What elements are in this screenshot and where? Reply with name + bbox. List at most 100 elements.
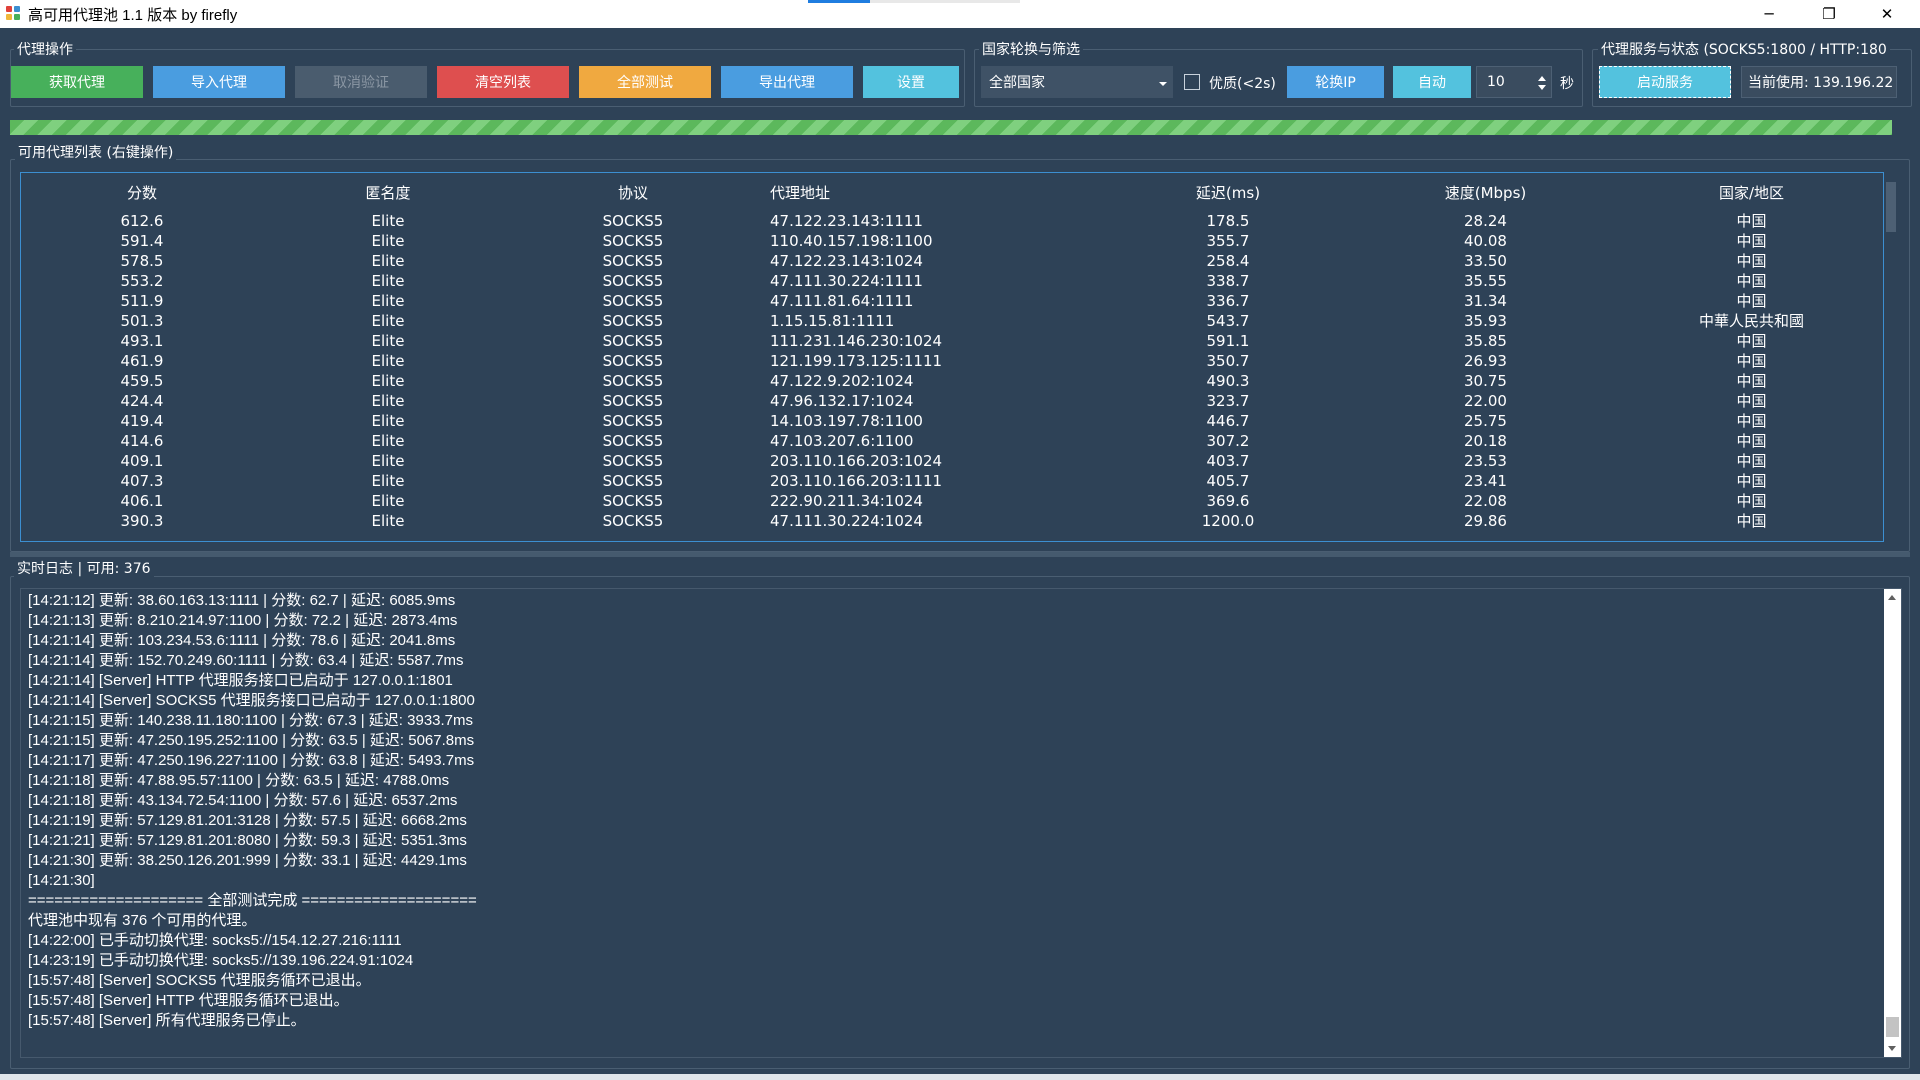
country-group-title: 国家轮换与筛选 [979, 39, 1083, 59]
proxy-table[interactable]: 分数 匿名度 协议 代理地址 延迟(ms) 速度(Mbps) 国家/地区 612.6 Elit… [20, 172, 1884, 542]
title-tab-indicator [808, 0, 870, 3]
table-cell: 26.93 [1464, 352, 1507, 370]
table-cell: 553.2 [120, 272, 164, 290]
table-scrollbar[interactable] [1884, 172, 1898, 542]
table-cell: 1200.0 [1201, 512, 1255, 530]
table-row[interactable]: 612.6 Elite SOCKS5 47.122.23.143:1111 178.5 2… [21, 211, 1883, 231]
test-all-button[interactable]: 全部测试 [579, 66, 711, 98]
table-cell: 258.4 [1206, 252, 1250, 270]
table-cell: 中国 [1736, 252, 1767, 270]
table-cell: SOCKS5 [602, 312, 664, 330]
table-cell: SOCKS5 [602, 332, 664, 350]
table-cell: 203.110.166.203:1111 [770, 472, 943, 490]
close-icon: ✕ [1880, 5, 1894, 23]
table-row[interactable]: 459.5 Elite SOCKS5 47.122.9.202:1024 490.3 30… [21, 371, 1883, 391]
table-cell: 47.111.81.64:1111 [770, 292, 914, 310]
table-cell: 中華人民共和國 [1698, 312, 1804, 330]
table-cell: 29.86 [1464, 512, 1507, 530]
table-row[interactable]: 591.4 Elite SOCKS5 110.40.157.198:1100 355.7… [21, 231, 1883, 251]
table-row[interactable]: 414.6 Elite SOCKS5 47.103.207.6:1100 307.2 20… [21, 431, 1883, 451]
log-line: ==================== 全部测试完成 ============… [28, 892, 477, 909]
table-cell: 40.08 [1464, 232, 1507, 250]
clear-list-button[interactable]: 清空列表 [437, 66, 569, 98]
interval-unit: 秒 [1560, 76, 1574, 92]
table-cell: 355.7 [1206, 232, 1250, 250]
table-cell: 中国 [1736, 492, 1767, 510]
table-row[interactable]: 501.3 Elite SOCKS5 1.15.15.81:1111 543.7 35.9… [21, 311, 1883, 331]
start-service-label: 启动服务 [1637, 75, 1693, 91]
table-row[interactable]: 424.4 Elite SOCKS5 47.96.132.17:1024 323.7 22… [21, 391, 1883, 411]
column-header[interactable]: 匿名度 [263, 173, 513, 211]
table-cell: 424.4 [120, 392, 164, 410]
clear-list-label: 清空列表 [475, 75, 531, 91]
column-header[interactable]: 协议 [513, 173, 753, 211]
table-cell: 178.5 [1206, 212, 1250, 230]
fetch-proxy-button[interactable]: 获取代理 [11, 66, 143, 98]
import-proxy-button[interactable]: 导入代理 [153, 66, 285, 98]
table-cell: 22.00 [1464, 392, 1507, 410]
chevron-down-icon [1159, 82, 1167, 86]
table-cell: Elite [371, 392, 405, 410]
table-cell: Elite [371, 432, 405, 450]
table-row[interactable]: 419.4 Elite SOCKS5 14.103.197.78:1100 446.7 2… [21, 411, 1883, 431]
table-row[interactable]: 511.9 Elite SOCKS5 47.111.81.64:1111 336.7 31… [21, 291, 1883, 311]
column-header[interactable]: 速度(Mbps) [1353, 173, 1618, 211]
table-scroll-thumb[interactable] [1886, 182, 1896, 232]
column-header[interactable]: 延迟(ms) [1103, 173, 1353, 211]
scroll-up-icon[interactable] [1888, 595, 1896, 600]
log-line: [14:21:30] 更新: 38.250.126.201:999 | 分数: … [28, 852, 467, 869]
start-service-button[interactable]: 启动服务 [1599, 66, 1731, 98]
column-header[interactable]: 国家/地区 [1618, 173, 1883, 211]
service-group-title: 代理服务与状态 (SOCKS5:1800 / HTTP:180 [1598, 39, 1890, 59]
log-scroll-thumb[interactable] [1886, 1017, 1899, 1037]
cancel-verify-button[interactable]: 取消验证 [295, 66, 427, 98]
quality-checkbox[interactable] [1184, 74, 1200, 90]
table-cell: Elite [371, 472, 405, 490]
bottom-border [0, 1074, 1920, 1080]
spin-down-icon[interactable] [1538, 85, 1546, 90]
table-cell: Elite [371, 512, 405, 530]
table-row[interactable]: 406.1 Elite SOCKS5 222.90.211.34:1024 369.6 2… [21, 491, 1883, 511]
table-cell: Elite [371, 352, 405, 370]
log-scrollbar[interactable] [1884, 589, 1901, 1057]
table-row[interactable]: 578.5 Elite SOCKS5 47.122.23.143:1024 258.4 3… [21, 251, 1883, 271]
table-cell: 419.4 [120, 412, 164, 430]
settings-label: 设置 [897, 75, 925, 91]
table-cell: 20.18 [1464, 432, 1507, 450]
table-cell: 中国 [1736, 392, 1767, 410]
log-line: [14:21:13] 更新: 8.210.214.97:1100 | 分数: 7… [28, 612, 458, 629]
table-cell: 47.111.30.224:1111 [770, 272, 923, 290]
settings-button[interactable]: 设置 [863, 66, 959, 98]
country-select[interactable]: 全部国家 [981, 66, 1173, 98]
column-header[interactable]: 代理地址 [753, 173, 1103, 211]
table-row[interactable]: 553.2 Elite SOCKS5 47.111.30.224:1111 338.7 3… [21, 271, 1883, 291]
log-line: [14:23:19] 已手动切换代理: socks5://139.196.224… [28, 952, 414, 969]
table-row[interactable]: 493.1 Elite SOCKS5 111.231.146.230:1024 591.… [21, 331, 1883, 351]
auto-label: 自动 [1418, 75, 1446, 91]
table-row[interactable]: 461.9 Elite SOCKS5 121.199.173.125:1111 350.… [21, 351, 1883, 371]
rotate-ip-button[interactable]: 轮换IP [1287, 66, 1384, 98]
table-cell: 中国 [1736, 452, 1767, 470]
close-button[interactable]: ✕ [1858, 0, 1916, 28]
minimize-button[interactable]: ─ [1740, 0, 1798, 28]
table-cell: 203.110.166.203:1024 [770, 452, 943, 470]
table-cell: 中国 [1736, 512, 1767, 530]
table-cell: 121.199.173.125:1111 [770, 352, 943, 370]
panel-splitter[interactable] [10, 552, 1910, 557]
auto-button[interactable]: 自动 [1393, 66, 1471, 98]
column-header[interactable]: 分数 [21, 173, 263, 211]
export-proxy-button[interactable]: 导出代理 [721, 66, 853, 98]
table-cell: 33.50 [1464, 252, 1507, 270]
log-panel[interactable]: [14:21:12] 更新: 38.60.163.13:1111 | 分数: 6… [20, 588, 1902, 1058]
table-row[interactable]: 409.1 Elite SOCKS5 203.110.166.203:1024 403.… [21, 451, 1883, 471]
table-cell: 111.231.146.230:1024 [770, 332, 943, 350]
spin-up-icon[interactable] [1538, 76, 1546, 81]
interval-spinbox[interactable]: 10 [1476, 66, 1552, 98]
table-cell: 中国 [1736, 412, 1767, 430]
restore-button[interactable]: ❐ [1800, 0, 1858, 28]
scroll-down-icon[interactable] [1888, 1046, 1896, 1051]
table-cell: SOCKS5 [602, 512, 664, 530]
table-cell: 47.122.23.143:1111 [770, 212, 923, 230]
table-row[interactable]: 407.3 Elite SOCKS5 203.110.166.203:1111 405.… [21, 471, 1883, 491]
table-row[interactable]: 390.3 Elite SOCKS5 47.111.30.224:1024 1200.0… [21, 511, 1883, 531]
